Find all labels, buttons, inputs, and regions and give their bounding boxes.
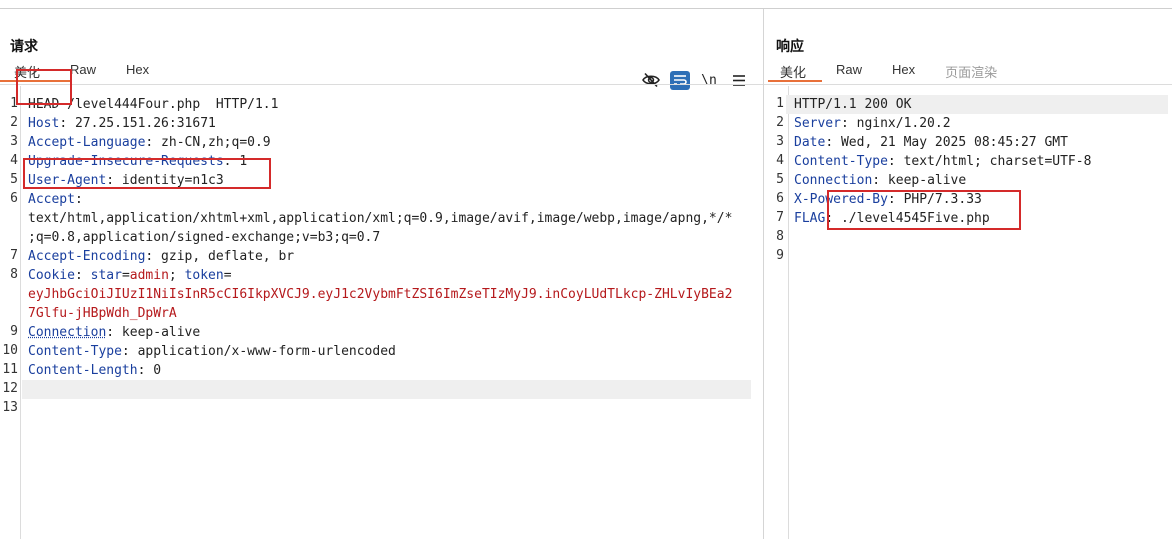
- cookie-eq: =: [223, 268, 232, 283]
- code-line: 7Glfu-jHBpWdh_DpWrA: [28, 304, 177, 323]
- line-number: 9: [776, 248, 784, 263]
- code-line: text/html,application/xhtml+xml,applicat…: [28, 209, 732, 228]
- header-value: ;q=0.8,application/signed-exchange;v=b3;…: [28, 230, 381, 245]
- header-name: FLAG: [794, 211, 826, 226]
- header-value: : 0: [137, 363, 162, 378]
- header-value: text/html,application/xhtml+xml,applicat…: [28, 211, 733, 226]
- header-name: Accept-Encoding: [28, 249, 146, 264]
- line-number: 5: [776, 172, 784, 187]
- cookie-value: admin: [129, 268, 169, 283]
- code-line: Content-Type: text/html; charset=UTF-8: [794, 152, 1091, 171]
- header-value: : nginx/1.20.2: [840, 116, 951, 131]
- token-value: 7Glfu-jHBpWdh_DpWrA: [28, 306, 177, 321]
- response-pane: 响应 美化 Raw Hex 页面渲染 1 HTTP/1.1 200 OK 2 Serv…: [764, 9, 1172, 539]
- line-number: 4: [776, 153, 784, 168]
- cookie-name: star: [90, 268, 122, 283]
- line-number: 5: [10, 172, 18, 187]
- code-line: Accept-Language: zh-CN,zh;q=0.9: [28, 133, 271, 152]
- header-value: : Wed, 21 May 2025 08:45:27 GMT: [825, 135, 1068, 150]
- code-line: Connection: keep-alive: [28, 323, 200, 342]
- code-line: Cookie: star=admin; token=: [28, 266, 232, 285]
- line-number: 7: [776, 210, 784, 225]
- header-value: : 27.25.151.26:31671: [59, 116, 216, 131]
- request-separator: [0, 84, 763, 85]
- header-value: : keep-alive: [872, 173, 967, 188]
- code-line: Date: Wed, 21 May 2025 08:45:27 GMT: [794, 133, 1068, 152]
- code-line: Accept-Encoding: gzip, deflate, br: [28, 247, 294, 266]
- tab-hex[interactable]: Hex: [126, 62, 149, 84]
- code-line: eyJhbGciOiJIUzI1NiIsInR5cCI6IkpXVCJ9.eyJ…: [28, 285, 732, 304]
- code-line: Host: 27.25.151.26:31671: [28, 114, 216, 133]
- code-line: Server: nginx/1.20.2: [794, 114, 951, 133]
- header-value: :: [74, 192, 83, 207]
- response-title: 响应: [776, 38, 804, 54]
- request-editor[interactable]: 1 HEAD /level444Four.php HTTP/1.1 2 Host: 2…: [0, 86, 763, 539]
- token-value: eyJhbGciOiJIUzI1NiIsInR5cCI6IkpXVCJ9.eyJ…: [28, 287, 733, 302]
- response-editor[interactable]: 1 HTTP/1.1 200 OK 2 Server: nginx/1.20.2 3 Da…: [764, 86, 1172, 539]
- header-value: : application/x-www-form-urlencoded: [121, 344, 396, 359]
- response-separator: [764, 84, 1172, 85]
- code-line: Content-Type: application/x-www-form-url…: [28, 342, 396, 361]
- request-pane: 请求 美化 Raw Hex \n 1 HEAD /level444Four.php…: [0, 9, 763, 539]
- line-number: 3: [10, 134, 18, 149]
- line-number: 8: [10, 267, 18, 282]
- annotation-box-user-agent: [23, 158, 271, 189]
- cookie-eq: =: [121, 268, 130, 283]
- request-title: 请求: [10, 38, 38, 54]
- line-number: 2: [10, 115, 18, 130]
- line-number: 3: [776, 134, 784, 149]
- line-number: 13: [2, 400, 18, 415]
- cookie-name: token: [184, 268, 224, 283]
- header-name: Content-Type: [794, 154, 888, 169]
- annotation-box-head: [16, 69, 72, 105]
- cookie-sep: ;: [168, 268, 185, 283]
- line-number: 7: [10, 248, 18, 263]
- header-value: HTTP/1.1 200 OK: [794, 97, 912, 112]
- line-number: 8: [776, 229, 784, 244]
- tab-render[interactable]: 页面渲染: [945, 62, 997, 84]
- header-value: : text/html; charset=UTF-8: [887, 154, 1092, 169]
- header-name: Content-Type: [28, 344, 122, 359]
- line-number: 12: [2, 381, 18, 396]
- code-line: HTTP/1.1 200 OK: [794, 95, 911, 114]
- header-name: Connection: [28, 325, 107, 340]
- header-name: Date: [794, 135, 826, 150]
- tab-raw[interactable]: Raw: [836, 62, 862, 84]
- current-line-highlight: [22, 380, 751, 399]
- line-number: 10: [2, 343, 18, 358]
- header-name: Server: [794, 116, 841, 131]
- line-number: 4: [10, 153, 18, 168]
- line-number: 6: [10, 191, 18, 206]
- header-name: Accept: [28, 192, 75, 207]
- header-name: Content-Length: [28, 363, 138, 378]
- header-name: Cookie: [28, 268, 75, 283]
- code-line: Accept:: [28, 190, 83, 209]
- code-line: ;q=0.8,application/signed-exchange;v=b3;…: [28, 228, 380, 247]
- header-value: : gzip, deflate, br: [145, 249, 295, 264]
- line-number: 1: [776, 96, 784, 111]
- tab-hex[interactable]: Hex: [892, 62, 915, 84]
- header-value: : zh-CN,zh;q=0.9: [145, 135, 271, 150]
- header-name: Host: [28, 116, 60, 131]
- header-value: : keep-alive: [106, 325, 201, 340]
- code-line: Content-Length: 0: [28, 361, 161, 380]
- line-number: 11: [2, 362, 18, 377]
- code-line: Connection: keep-alive: [794, 171, 966, 190]
- annotation-box-flag: [827, 190, 1021, 230]
- tab-raw[interactable]: Raw: [70, 62, 96, 84]
- line-number: 2: [776, 115, 784, 130]
- header-name: Connection: [794, 173, 873, 188]
- active-tab-indicator: [768, 80, 822, 82]
- header-name: Accept-Language: [28, 135, 146, 150]
- line-number: 9: [10, 324, 18, 339]
- line-number: 6: [776, 191, 784, 206]
- header-value: :: [74, 268, 91, 283]
